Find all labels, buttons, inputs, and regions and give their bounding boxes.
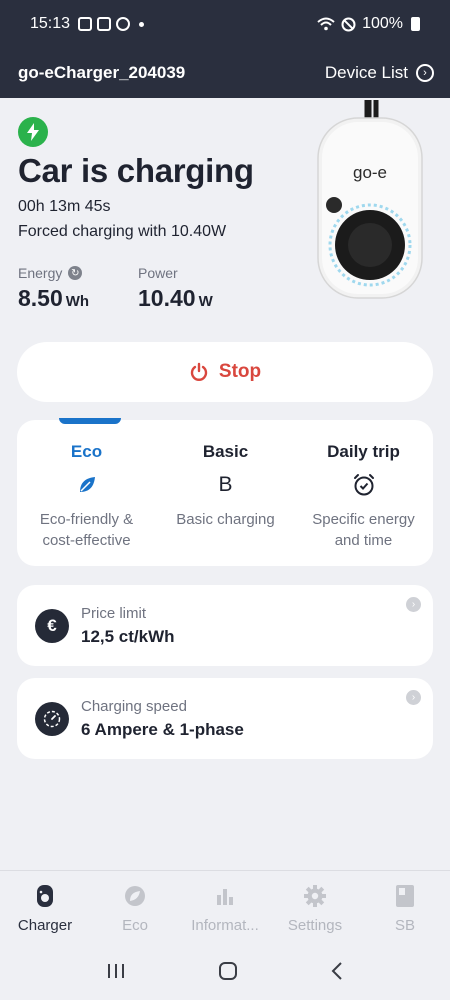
letter-b-icon: B (218, 473, 233, 496)
leaf-icon (124, 883, 146, 909)
home-icon[interactable] (218, 961, 238, 986)
speedometer-icon (35, 702, 69, 736)
charger-device-image: go-e (317, 100, 423, 299)
battery-percent: 100% (362, 15, 403, 32)
app-notification-icon (116, 17, 131, 31)
charging-speed-value: 6 Ampere & 1-phase (81, 720, 244, 739)
system-navigation-bar (0, 946, 450, 1000)
energy-unit: Wh (65, 293, 90, 310)
mode-eco-desc-line2: cost-effective (42, 532, 131, 549)
chevron-right-icon: › (406, 690, 421, 705)
mode-eco-desc-line1: Eco-friendly & (39, 511, 134, 528)
energy-label: Energy ↻ (18, 265, 83, 281)
mode-daily-trip-description: Specific energy and time (302, 509, 425, 551)
nav-settings-label: Settings (287, 917, 343, 934)
app-header: go-eCharger_204039 Device List › (0, 48, 450, 98)
power-icon (190, 362, 208, 381)
nav-information-label: Informat... (191, 917, 259, 934)
power-number: 10.40 (138, 285, 196, 311)
stop-button[interactable]: Stop (17, 342, 433, 402)
do-not-disturb-icon (341, 17, 356, 31)
device-list-button[interactable]: Device List › (325, 63, 434, 83)
gear-icon (303, 883, 327, 909)
nav-charger[interactable]: Charger (0, 871, 90, 946)
mode-eco[interactable]: Eco Eco-friendly & cost-effective (17, 418, 156, 566)
battery-icon (411, 17, 420, 31)
price-limit-label: Price limit (81, 605, 147, 622)
book-icon (395, 883, 415, 909)
wifi-icon (317, 17, 335, 31)
charging-status-title: Car is charging (18, 152, 254, 189)
mode-eco-title: Eco (70, 442, 103, 461)
energy-number: 8.50 (18, 285, 63, 311)
system-status-bar: 15:13 100% (0, 0, 450, 48)
mode-basic-title: Basic (202, 442, 249, 461)
energy-label-text: Energy (18, 265, 63, 281)
nav-eco[interactable]: Eco (90, 871, 180, 946)
more-notifications-dot-icon (139, 21, 145, 27)
energy-value: 8.50 Wh (18, 285, 89, 312)
nav-sb-label: SB (394, 917, 415, 934)
mode-basic-desc-line1: Basic charging (176, 511, 275, 528)
charging-note: Forced charging with 10.40W (18, 223, 227, 240)
power-label-text: Power (138, 265, 178, 281)
bar-chart-icon (215, 883, 235, 909)
charging-duration: 00h 13m 45s (18, 198, 111, 215)
price-limit-value: 12,5 ct/kWh (81, 627, 175, 646)
alarm-clock-icon (294, 472, 433, 498)
power-label: Power (138, 265, 178, 281)
price-limit-card[interactable]: € Price limit 12,5 ct/kWh › (17, 585, 433, 666)
mode-basic[interactable]: Basic B Basic charging (156, 420, 295, 566)
nav-charger-label: Charger (17, 917, 73, 934)
euro-icon: € (35, 609, 69, 643)
gallery-notification-icon (78, 17, 93, 31)
checkbox-notification-icon (97, 17, 112, 31)
nav-information[interactable]: Informat... (180, 871, 270, 946)
mode-daily-trip[interactable]: Daily trip Specific energy and time (294, 420, 433, 566)
nav-sb[interactable]: SB (360, 871, 450, 946)
charging-speed-card[interactable]: Charging speed 6 Ampere & 1-phase › (17, 678, 433, 759)
stop-label: Stop (218, 361, 262, 382)
power-value: 10.40 W (138, 285, 213, 312)
mode-daily-trip-desc-line2: and time (334, 532, 393, 549)
mode-daily-trip-title: Daily trip (327, 442, 400, 461)
recent-apps-icon[interactable] (106, 962, 126, 985)
mode-daily-trip-desc-line1: Specific energy (312, 511, 415, 528)
device-name: go-eCharger_204039 (18, 63, 186, 82)
notification-icons (78, 17, 145, 31)
mode-eco-description: Eco-friendly & cost-effective (25, 509, 148, 551)
go-e-logo: go-e (353, 163, 387, 182)
selected-mode-indicator (59, 418, 121, 424)
charging-speed-label: Charging speed (81, 698, 187, 715)
leaf-icon (17, 472, 156, 498)
back-icon[interactable] (330, 961, 344, 986)
clock: 15:13 (30, 15, 71, 32)
nav-eco-label: Eco (122, 917, 148, 934)
refresh-icon[interactable]: ↻ (68, 266, 83, 280)
lightning-bolt-icon (18, 117, 48, 147)
chevron-right-icon: › (416, 64, 434, 82)
power-unit: W (198, 293, 213, 310)
nav-settings[interactable]: Settings (270, 871, 360, 946)
bottom-navigation: Charger Eco Informat... Settings SB (0, 870, 450, 946)
chevron-right-icon: › (406, 597, 421, 612)
charger-icon (36, 883, 54, 909)
device-list-label: Device List (324, 63, 408, 82)
charging-mode-selector: Eco Eco-friendly & cost-effective Basic … (17, 418, 433, 566)
mode-basic-description: Basic charging (164, 509, 287, 530)
